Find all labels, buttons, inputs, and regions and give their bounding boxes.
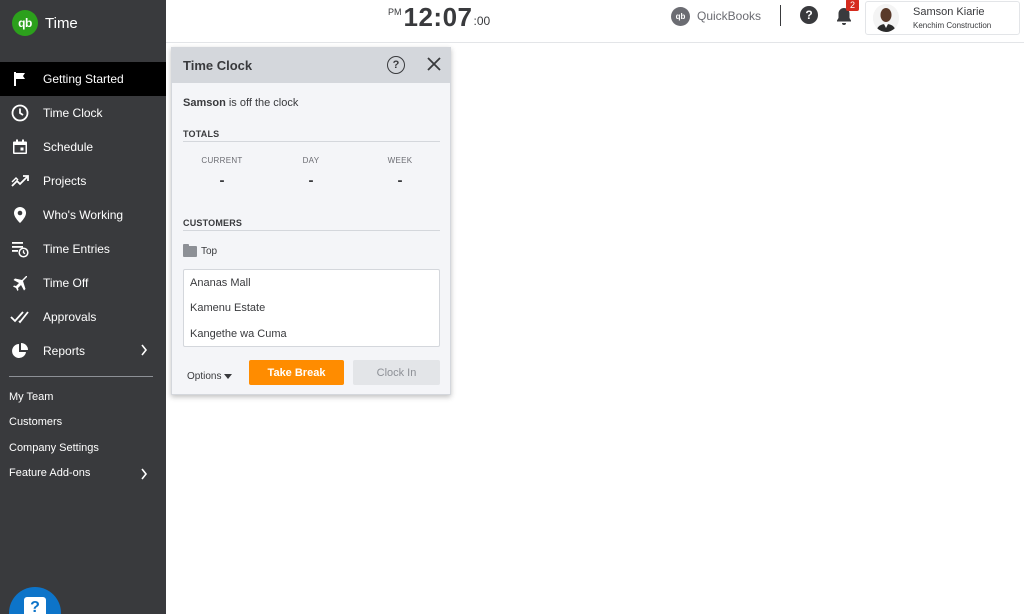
secondary-nav: My Team Customers Company Settings Featu…: [0, 384, 166, 486]
nav-item-projects[interactable]: Projects: [0, 164, 166, 198]
user-menu[interactable]: Samson Kiarie Kenchim Construction: [865, 1, 1020, 35]
quickbooks-logo-icon: qb: [671, 6, 690, 26]
chevron-right-icon: [140, 468, 148, 483]
nav-item-time-off[interactable]: Time Off: [0, 266, 166, 300]
nav-item-approvals[interactable]: Approvals: [0, 300, 166, 334]
nav-item-reports[interactable]: Reports: [0, 334, 166, 368]
top-bar: PM 12:07 :00 qb QuickBooks ? 2 Samson Ki…: [166, 0, 1024, 43]
current-time: PM 12:07 :00: [388, 2, 490, 32]
nav-item-my-team[interactable]: My Team: [0, 384, 166, 410]
totals-day-label: DAY: [302, 156, 320, 165]
totals-current: CURRENT -: [179, 156, 265, 189]
options-dropdown[interactable]: Options: [187, 371, 233, 382]
totals-week-value: -: [397, 172, 403, 189]
app-name: Time: [45, 14, 78, 32]
airplane-icon: [10, 273, 30, 293]
take-break-button[interactable]: Take Break: [249, 360, 344, 385]
nav-item-schedule[interactable]: Schedule: [0, 130, 166, 164]
panel-help-icon[interactable]: ?: [387, 56, 405, 74]
nav-item-whos-working[interactable]: Who's Working: [0, 198, 166, 232]
user-name: Samson Kiarie: [913, 6, 985, 18]
list-item[interactable]: Kamenu Estate: [184, 296, 439, 322]
caret-down-icon: [224, 374, 233, 379]
nav-label: Time Entries: [43, 242, 110, 256]
sidebar: qb Time Getting Started Time Clock Sched…: [0, 0, 166, 614]
nav-label: Getting Started: [43, 72, 124, 86]
nav-label: Time Off: [43, 276, 89, 290]
nav-label: My Team: [9, 390, 54, 403]
totals-current-value: -: [219, 172, 225, 189]
nav-label: Who's Working: [43, 208, 124, 222]
nav-label: Customers: [9, 416, 63, 429]
clock-in-button[interactable]: Clock In: [353, 360, 440, 385]
pie-chart-icon: [10, 341, 30, 361]
clock-icon: [10, 103, 30, 123]
folder-breadcrumb[interactable]: Top: [183, 244, 218, 257]
topbar-divider: [780, 5, 781, 26]
avatar: [873, 4, 899, 32]
employee-name: Samson: [183, 97, 226, 109]
panel-header: Time Clock ?: [172, 48, 450, 83]
options-label: Options: [187, 371, 222, 382]
status-text: is off the clock: [225, 97, 299, 109]
trend-icon: [10, 171, 30, 191]
totals-label: TOTALS: [183, 129, 220, 139]
calendar-icon: [10, 137, 30, 157]
nav-item-getting-started[interactable]: Getting Started: [0, 62, 166, 96]
user-company: Kenchim Construction: [913, 21, 992, 30]
brand[interactable]: qb Time: [12, 10, 78, 36]
totals-week: WEEK -: [357, 156, 443, 189]
customers-rule: [183, 230, 440, 231]
customer-list[interactable]: Ananas Mall Kamenu Estate Kangethe wa Cu…: [183, 269, 440, 347]
totals-day-value: -: [308, 172, 314, 189]
folder-label: Top: [201, 246, 218, 257]
clock-ampm: PM: [388, 7, 402, 17]
time-entries-icon: [10, 239, 30, 259]
clock-status: Samson is off the clock: [183, 97, 298, 109]
list-item[interactable]: Kangethe wa Cuma: [184, 321, 439, 346]
nav-label: Projects: [43, 174, 87, 188]
list-item[interactable]: Ananas Mall: [184, 270, 439, 296]
nav-divider: [9, 376, 153, 377]
clock-time: 12:07: [403, 2, 473, 32]
help-chat-button[interactable]: ?: [9, 587, 61, 614]
nav-label: Approvals: [43, 310, 97, 324]
nav-label: Schedule: [43, 140, 94, 154]
notification-badge: 2: [846, 0, 859, 11]
nav-label: Time Clock: [43, 106, 103, 120]
nav-item-time-clock[interactable]: Time Clock: [0, 96, 166, 130]
panel-title: Time Clock: [183, 58, 253, 73]
nav-item-company-settings[interactable]: Company Settings: [0, 435, 166, 461]
folder-icon: [183, 244, 197, 257]
nav-label: Feature Add-ons: [9, 467, 91, 480]
totals-week-label: WEEK: [387, 156, 413, 165]
chevron-right-icon: [140, 344, 148, 359]
close-icon[interactable]: [426, 56, 442, 72]
nav-item-time-entries[interactable]: Time Entries: [0, 232, 166, 266]
help-question-icon: ?: [24, 597, 46, 614]
qb-logo-icon: qb: [12, 10, 38, 36]
nav-label: Company Settings: [9, 441, 99, 454]
main-nav: Getting Started Time Clock Schedule Proj…: [0, 62, 166, 368]
totals-current-label: CURRENT: [201, 156, 243, 165]
quickbooks-label: QuickBooks: [697, 9, 762, 23]
nav-label: Reports: [43, 344, 86, 358]
flag-icon: [10, 69, 30, 89]
totals-day: DAY -: [268, 156, 354, 189]
nav-item-customers[interactable]: Customers: [0, 410, 166, 436]
help-icon[interactable]: ?: [800, 6, 818, 24]
totals-rule: [183, 141, 440, 142]
location-pin-icon: [10, 205, 30, 225]
customers-label: CUSTOMERS: [183, 218, 243, 228]
quickbooks-link[interactable]: qb QuickBooks: [671, 6, 761, 26]
nav-item-feature-add-ons[interactable]: Feature Add-ons: [0, 461, 166, 487]
clock-seconds: :00: [473, 14, 491, 28]
double-check-icon: [10, 307, 30, 327]
time-clock-panel: Time Clock ? Samson is off the clock TOT…: [171, 47, 451, 395]
